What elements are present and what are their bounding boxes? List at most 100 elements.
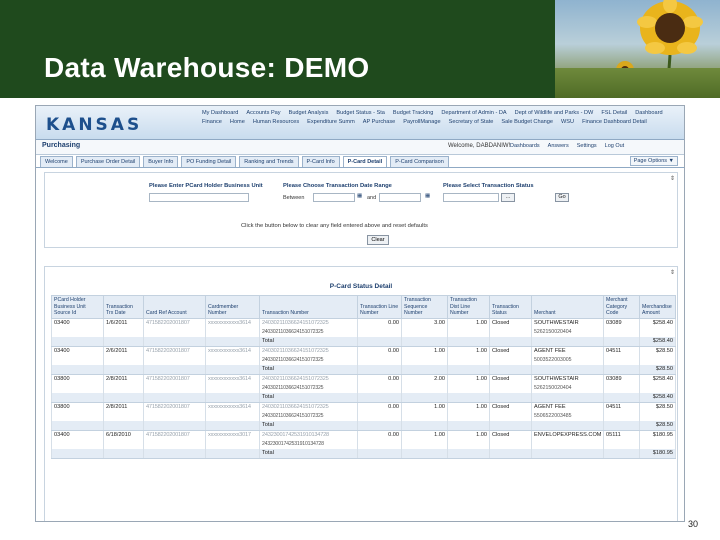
column-header[interactable]: Transaction Trx Date: [103, 295, 144, 319]
table-cell: 5506522003485: [531, 411, 604, 421]
table-cell: [639, 383, 676, 393]
table-cell: [489, 327, 532, 337]
table-cell: [401, 383, 448, 393]
app-screenshot: KANSAS My Dashboard Accounts Pay Budget …: [35, 105, 685, 522]
table-cell: [401, 420, 448, 431]
column-header[interactable]: Merchant: [531, 295, 604, 319]
topnav-link[interactable]: Sale Budget Change: [501, 118, 553, 127]
table-cell: [489, 392, 532, 403]
tab-welcome[interactable]: Welcome: [40, 156, 73, 167]
table-subrow: 24030211036624151072325 5262150020404: [51, 327, 676, 337]
clear-hint-text: Click the button below to clear any fiel…: [241, 223, 428, 229]
table-cell: [447, 355, 490, 365]
table-cell: [51, 411, 104, 421]
column-header[interactable]: Merchandise Amount: [639, 295, 676, 319]
table-cell: [639, 439, 676, 449]
tab-po-funding-detail[interactable]: PO Funding Detail: [181, 156, 237, 167]
table-cell: $28.50: [639, 345, 676, 356]
table-cell: [205, 439, 260, 449]
column-header[interactable]: Transaction Status: [489, 295, 532, 319]
table-cell: 2/6/2011: [103, 345, 144, 356]
status-input[interactable]: [443, 193, 499, 202]
table-cell: 04511: [603, 401, 640, 412]
column-header[interactable]: Transaction Sequence Number: [401, 295, 448, 319]
table-cell: [401, 411, 448, 421]
table-cell: $180.95: [639, 429, 676, 440]
topnav-link[interactable]: WSU: [561, 118, 574, 127]
table-cell: [51, 355, 104, 365]
topnav-link[interactable]: Budget Status - Sta: [336, 109, 385, 118]
topnav-link[interactable]: Budget Analysis: [289, 109, 329, 118]
column-header[interactable]: Cardmember Number: [205, 295, 260, 319]
tab-pcard-info[interactable]: P-Card Info: [301, 156, 340, 167]
logout-link[interactable]: Log Out: [605, 143, 625, 149]
table-cell: [103, 448, 144, 459]
report-title: P-Card Status Detail: [329, 283, 393, 290]
table-cell: [103, 364, 144, 375]
table-row: 03400 6/18/2010 471582202001807 xxxxxxxxxxx…: [51, 429, 676, 440]
table-cell: 0.00: [357, 317, 402, 328]
tab-purchase-order-detail[interactable]: Purchase Order Detail: [75, 156, 141, 167]
column-header[interactable]: Card Ref Account: [143, 295, 206, 319]
table-cell: [51, 383, 104, 393]
table-cell: 24030211036624151072325: [259, 373, 358, 384]
table-cell: $28.50: [639, 401, 676, 412]
topnav-link[interactable]: PayrollManage: [403, 118, 440, 127]
topnav-link[interactable]: Department of Admin - DA: [441, 109, 506, 118]
settings-link[interactable]: Settings: [577, 143, 597, 149]
answers-link[interactable]: Answers: [548, 143, 569, 149]
scroll-icon[interactable]: ⇕: [670, 175, 675, 182]
topnav-link[interactable]: Home: [230, 118, 245, 127]
table-subrow: 24030211036624151072325 5506522003485: [51, 411, 676, 421]
status-picker-button[interactable]: ...: [501, 193, 515, 202]
go-button[interactable]: Go: [555, 193, 569, 202]
app-header: KANSAS My Dashboard Accounts Pay Budget …: [36, 106, 684, 140]
topnav-link[interactable]: My Dashboard: [202, 109, 238, 118]
page-options-button[interactable]: Page Options ▼: [629, 156, 678, 166]
date-from-input[interactable]: [313, 193, 355, 202]
topnav-link[interactable]: Expenditure Summ: [307, 118, 355, 127]
tab-pcard-comparison[interactable]: P-Card Comparison: [390, 156, 449, 167]
bu-input[interactable]: [149, 193, 249, 202]
table-cell: AGENT FEE: [531, 401, 604, 412]
table-cell: [103, 383, 144, 393]
date-to-input[interactable]: [379, 193, 421, 202]
topnav-link[interactable]: Dept of Wildlife and Parks - DW: [515, 109, 594, 118]
table-cell: 5262150020404: [531, 327, 604, 337]
topnav-link[interactable]: Secretary of State: [449, 118, 494, 127]
table-cell: SOUTHWESTAIR: [531, 317, 604, 328]
topnav-link[interactable]: Finance: [202, 118, 222, 127]
column-header[interactable]: PCard Holder Business Unit Source Id: [51, 295, 104, 319]
table-cell: [205, 448, 260, 459]
topnav-link[interactable]: AP Purchase: [363, 118, 396, 127]
table-cell: [205, 420, 260, 431]
table-cell: $258.40: [639, 373, 676, 384]
topnav-link[interactable]: Finance Dashboard Detail: [582, 118, 647, 127]
table-cell: [205, 336, 260, 347]
scroll-icon[interactable]: ⇕: [670, 269, 675, 276]
column-header[interactable]: Transaction Number: [259, 295, 358, 319]
column-header[interactable]: Transaction Line Number: [357, 295, 402, 319]
tab-pcard-detail[interactable]: P-Card Detail: [342, 156, 388, 167]
pcard-table: PCard Holder Business Unit Source Id Tra…: [51, 295, 676, 459]
table-cell: [51, 364, 104, 375]
tab-buyer-info[interactable]: Buyer Info: [143, 156, 179, 167]
topnav-link[interactable]: Accounts Pay: [246, 109, 280, 118]
clear-button[interactable]: Clear: [367, 235, 389, 245]
table-cell: [639, 411, 676, 421]
table-cell: [401, 439, 448, 449]
table-cell: [531, 364, 604, 375]
column-header[interactable]: Merchant Category Code: [603, 295, 640, 319]
topnav-link[interactable]: FSL Detail: [601, 109, 627, 118]
calendar-icon[interactable]: ▦: [425, 193, 430, 199]
table-cell: [447, 392, 490, 403]
topnav-link[interactable]: Human Resources: [253, 118, 299, 127]
calendar-icon[interactable]: ▦: [357, 193, 362, 199]
topnav-link[interactable]: Budget Tracking: [393, 109, 433, 118]
table-cell: [205, 355, 260, 365]
tab-ranking-and-trends[interactable]: Ranking and Trends: [239, 156, 299, 167]
topnav-link[interactable]: Dashboard: [635, 109, 662, 118]
column-header[interactable]: Transaction Dist Line Number: [447, 295, 490, 319]
table-cell: 3.00: [401, 317, 448, 328]
dashboards-link[interactable]: Dashboards: [510, 143, 540, 149]
